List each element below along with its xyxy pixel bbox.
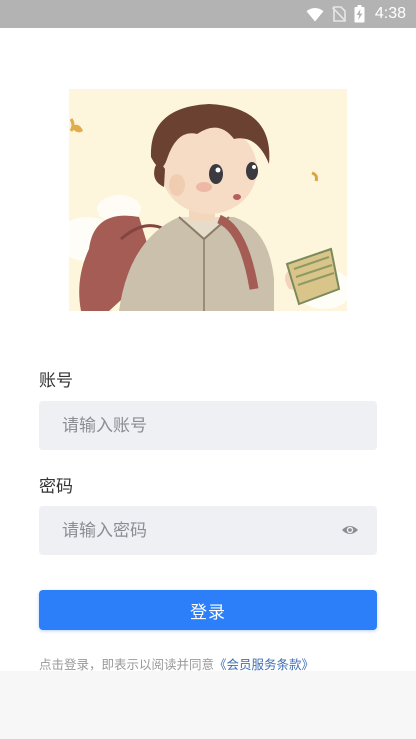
password-input[interactable] — [39, 506, 377, 555]
password-field-container — [39, 506, 377, 555]
password-label: 密码 — [39, 477, 73, 497]
boy-with-backpack-illustration — [69, 89, 347, 311]
battery-charging-icon — [354, 5, 365, 23]
hero-illustration — [69, 89, 347, 311]
account-field-container — [39, 401, 377, 450]
status-bar: 4:38 — [0, 0, 416, 28]
eye-icon[interactable] — [341, 523, 359, 537]
account-input[interactable] — [39, 401, 377, 450]
bottom-area — [0, 671, 416, 739]
agreement-prefix: 点击登录，即表示以阅读并同意 — [39, 657, 215, 672]
terms-link[interactable]: 《会员服务条款》 — [214, 657, 314, 672]
status-time: 4:38 — [374, 5, 406, 22]
no-sim-icon — [331, 6, 346, 22]
wifi-icon — [306, 7, 324, 21]
account-label: 账号 — [39, 371, 73, 391]
login-button[interactable]: 登录 — [39, 590, 377, 630]
